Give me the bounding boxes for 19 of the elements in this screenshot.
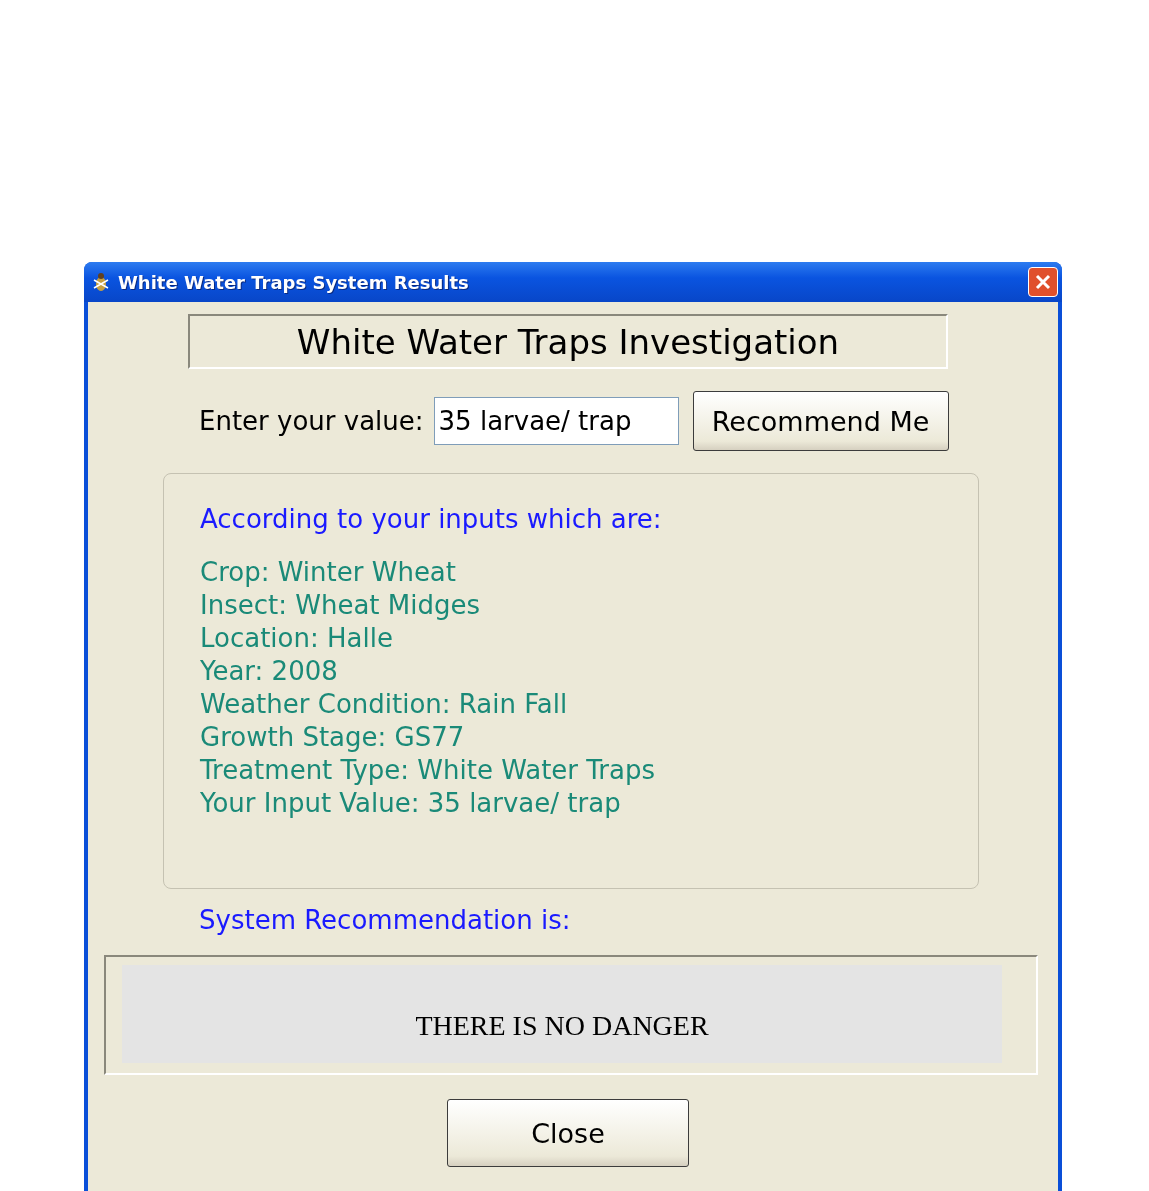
value-input-field[interactable]: 35 larvae/ trap [433, 397, 679, 445]
close-button[interactable]: Close [447, 1099, 689, 1167]
recommend-button[interactable]: Recommend Me [692, 391, 949, 451]
input-summary-line: Treatment Type: White Water Traps [200, 754, 657, 787]
input-summary-line: Year: 2008 [200, 655, 339, 688]
result-text: THERE IS NO DANGER [122, 965, 1002, 1063]
input-summary-line: Crop: Winter Wheat [200, 556, 457, 589]
recommendation-label: System Recommendation is: [199, 905, 572, 935]
bug-icon [92, 272, 110, 292]
input-summary-line: Weather Condition: Rain Fall [200, 688, 569, 721]
close-icon[interactable] [1028, 267, 1058, 297]
window-title: White Water Traps System Results [118, 271, 470, 293]
input-summary-line: Location: Halle [200, 622, 394, 655]
input-summary-line: Your Input Value: 35 larvae/ trap [200, 787, 622, 820]
group-heading: According to your inputs which are: [200, 504, 663, 534]
heading-panel: White Water Traps Investigation [188, 314, 948, 369]
input-summary-line: Insect: Wheat Midges [200, 589, 481, 622]
input-label: Enter your value: [199, 406, 424, 436]
input-summary-line: Growth Stage: GS77 [200, 721, 466, 754]
